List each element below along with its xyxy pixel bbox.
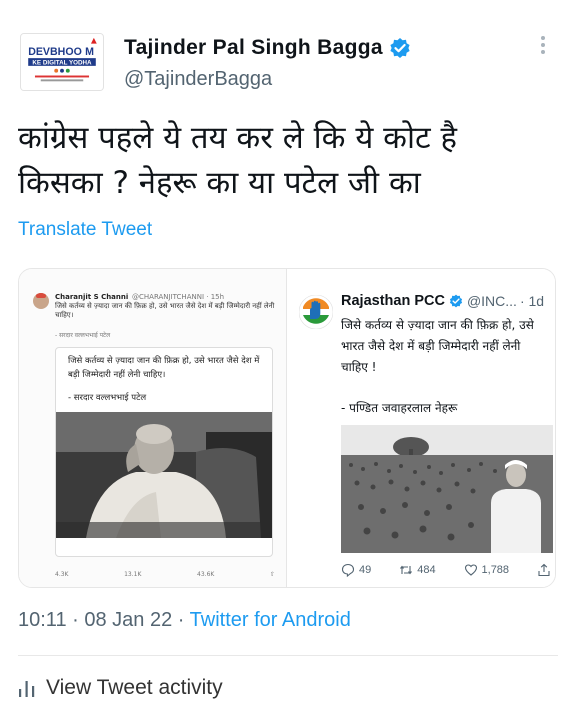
embedded-time-right: · 1d [519, 293, 545, 309]
translate-tweet-link[interactable]: Translate Tweet [18, 219, 152, 241]
view-tweet-activity-button[interactable]: View Tweet activity [18, 676, 223, 700]
devbhoomi-logo-icon: DEVBHOO M KE DIGITAL YODHA [21, 34, 103, 90]
embedded-retweets-left: 13.1K [124, 571, 142, 578]
media-image-right[interactable]: Rajasthan PCC @INC... · 1d जिसे कर्तव्य … [287, 269, 555, 587]
embedded-retweet-right: 484 [399, 563, 436, 577]
embedded-share-right [537, 563, 551, 577]
embedded-text-right: जिसे कर्तव्य से ज़्यादा जान की फ़िक्र हो… [341, 318, 534, 374]
media-image-left[interactable]: Charanjit S Channi @CHARANJITCHANNI · 15… [19, 269, 287, 587]
nehru-photo [341, 425, 553, 553]
embedded-name-right: Rajasthan PCC [341, 293, 445, 309]
tweet-header: DEVBHOO M KE DIGITAL YODHA Tajinder Pal … [0, 0, 576, 100]
nehru-crowd-photo-icon [341, 425, 553, 553]
heart-icon [464, 564, 477, 576]
tweet-meta: 10:11 · 08 Jan 22 · Twitter for Android [18, 609, 351, 632]
share-icon [538, 563, 550, 577]
avatar[interactable]: DEVBHOO M KE DIGITAL YODHA [20, 33, 104, 91]
patel-portrait-icon [56, 412, 272, 538]
retweet-icon [400, 565, 413, 575]
embedded-share-icon-left: ⇧ [269, 571, 275, 578]
embedded-retweets-right: 484 [417, 564, 436, 576]
tweet-time[interactable]: 10:11 [18, 609, 67, 631]
embedded-name-left: Charanjit S Channi [55, 293, 129, 301]
meta-separator-2: · [177, 609, 185, 631]
svg-text:M: M [85, 46, 94, 58]
svg-text:DEVBHOO: DEVBHOO [28, 46, 82, 58]
embedded-actions-left: 4.3K 13.1K 43.6K ⇧ [55, 571, 275, 578]
display-name-row[interactable]: Tajinder Pal Singh Bagga [124, 33, 411, 63]
embedded-replies-left: 4.3K [55, 571, 69, 578]
embedded-likes-right: 1,788 [481, 564, 510, 576]
display-name[interactable]: Tajinder Pal Singh Bagga [124, 36, 383, 60]
embedded-verified-badge-icon [449, 294, 463, 308]
tweet-text-line-2: किसका ? नेहरू का या पटेल जी का [18, 165, 421, 201]
embedded-actions-right: 49 484 1,788 [341, 563, 551, 577]
reply-icon [341, 563, 355, 577]
more-options-icon[interactable] [536, 34, 550, 56]
analytics-bars-icon [19, 681, 35, 697]
svg-text:KE DIGITAL YODHA: KE DIGITAL YODHA [32, 59, 92, 66]
embedded-likes-left: 43.6K [197, 571, 215, 578]
patel-photo [56, 412, 272, 538]
tweet-body: कांग्रेस पहले ये तय कर ले कि ये कोट है क… [18, 116, 563, 206]
embedded-handle-right: @INC... [466, 293, 517, 309]
embedded-header-right: Rajasthan PCC @INC... · 1d [341, 293, 544, 309]
divider [18, 655, 558, 656]
quote-card-text: जिसे कर्तव्य से ज़्यादा जान की फ़िक्र हो… [68, 356, 260, 380]
embedded-replies-right: 49 [359, 564, 372, 576]
tweet-source-link[interactable]: Twitter for Android [190, 609, 351, 631]
verified-badge-icon [390, 38, 410, 58]
meta-separator-1: · [72, 609, 79, 631]
account-handle[interactable]: @TajinderBagga [124, 68, 272, 91]
embedded-text-left: जिसे कर्तव्य से ज़्यादा जान की फ़िक्र हो… [55, 302, 275, 319]
quote-card-sign: - सरदार वल्लभभाई पटेल [68, 393, 147, 403]
embedded-label-left: - सरदार वल्लभभाई पटेल [55, 332, 111, 339]
embedded-handle-left: @CHARANJITCHANNI · 15h [132, 293, 225, 301]
embedded-sign-right: - पण्डित जवाहरलाल नेहरू [341, 401, 458, 415]
embedded-reply-right: 49 [341, 563, 371, 577]
tweet-date[interactable]: 08 Jan 22 [84, 609, 172, 631]
embedded-quote-card: जिसे कर्तव्य से ज़्यादा जान की फ़िक्र हो… [55, 347, 273, 557]
view-tweet-activity-label: View Tweet activity [46, 676, 223, 699]
congress-hand-logo-icon [299, 295, 333, 329]
tweet-media[interactable]: Charanjit S Channi @CHARANJITCHANNI · 15… [18, 268, 556, 588]
embedded-like-right: 1,788 [464, 563, 510, 577]
embedded-avatar-left [33, 293, 49, 309]
tweet-text-line-1: कांग्रेस पहले ये तय कर ले कि ये कोट है [18, 120, 457, 156]
